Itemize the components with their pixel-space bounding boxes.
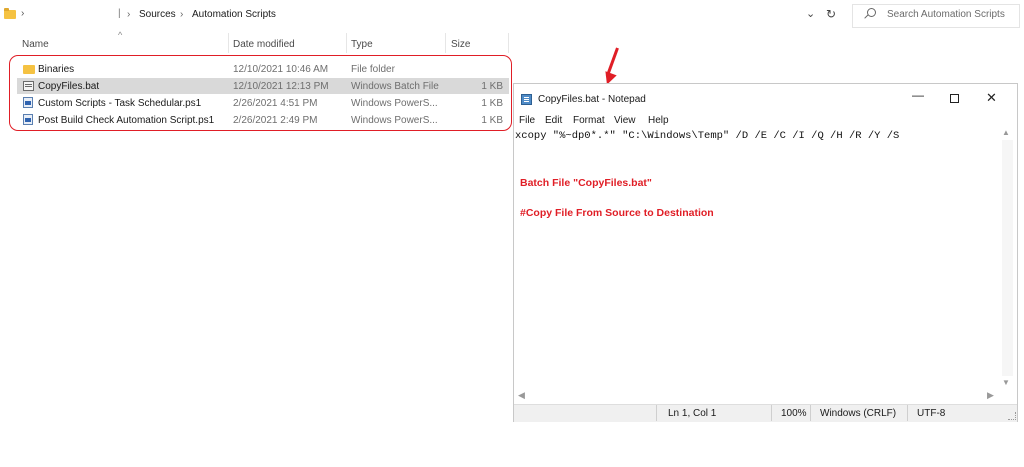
chevron-right-icon[interactable]: › [180,9,183,20]
breadcrumb-automation-scripts[interactable]: Automation Scripts [192,9,276,20]
scroll-right-icon[interactable]: ▶ [987,390,994,401]
highlight-box [9,55,512,131]
column-divider[interactable] [228,33,229,53]
notepad-icon [521,94,532,105]
resize-grip[interactable] [1008,412,1016,420]
annotation-text: Batch File "CopyFiles.bat" [520,177,652,189]
column-header-size[interactable]: Size [451,39,470,50]
column-divider[interactable] [346,33,347,53]
column-divider[interactable] [445,33,446,53]
window-title: CopyFiles.bat - Notepad [538,94,646,105]
status-divider [810,405,811,421]
editor-content[interactable]: xcopy "%~dp0*.*" "C:\Windows\Temp" /D /E… [515,130,899,142]
breadcrumb-sources[interactable]: Sources [139,9,176,20]
column-header-name[interactable]: Name [22,39,49,50]
menu-file[interactable]: File [519,115,535,126]
sort-ascending-icon: ^ [118,30,123,40]
annotation-text: #Copy File From Source to Destination [520,207,714,219]
status-divider [907,405,908,421]
status-line-ending: Windows (CRLF) [820,408,897,419]
maximize-icon[interactable] [950,94,959,103]
column-header-date[interactable]: Date modified [233,39,295,50]
refresh-icon[interactable]: ↻ [826,7,836,21]
status-divider [656,405,657,421]
status-position: Ln 1, Col 1 [668,408,717,419]
close-icon[interactable]: ✕ [986,90,997,106]
menu-view[interactable]: View [614,115,636,126]
folder-icon [4,8,16,19]
minimize-icon[interactable]: — [912,88,924,102]
menu-help[interactable]: Help [648,115,669,126]
status-zoom: 100% [781,408,807,419]
scroll-left-icon[interactable]: ◀ [518,390,525,401]
scroll-down-icon[interactable]: ▼ [1002,378,1010,387]
scrollbar-track[interactable] [1002,140,1013,376]
search-icon [867,8,876,17]
status-encoding: UTF-8 [917,408,946,419]
search-placeholder: Search Automation Scripts [887,9,1005,20]
chevron-right-icon[interactable]: › [21,8,24,19]
menu-format[interactable]: Format [573,115,605,126]
scroll-up-icon[interactable]: ▲ [1002,128,1010,137]
menu-edit[interactable]: Edit [545,115,562,126]
horizontal-scrollbar[interactable] [514,389,998,404]
chevron-down-icon[interactable]: ⌄ [806,7,815,20]
column-header-type[interactable]: Type [351,39,373,50]
address-separator: | [118,8,121,19]
chevron-right-icon[interactable]: › [127,9,130,20]
column-divider[interactable] [508,33,509,53]
status-divider [771,405,772,421]
